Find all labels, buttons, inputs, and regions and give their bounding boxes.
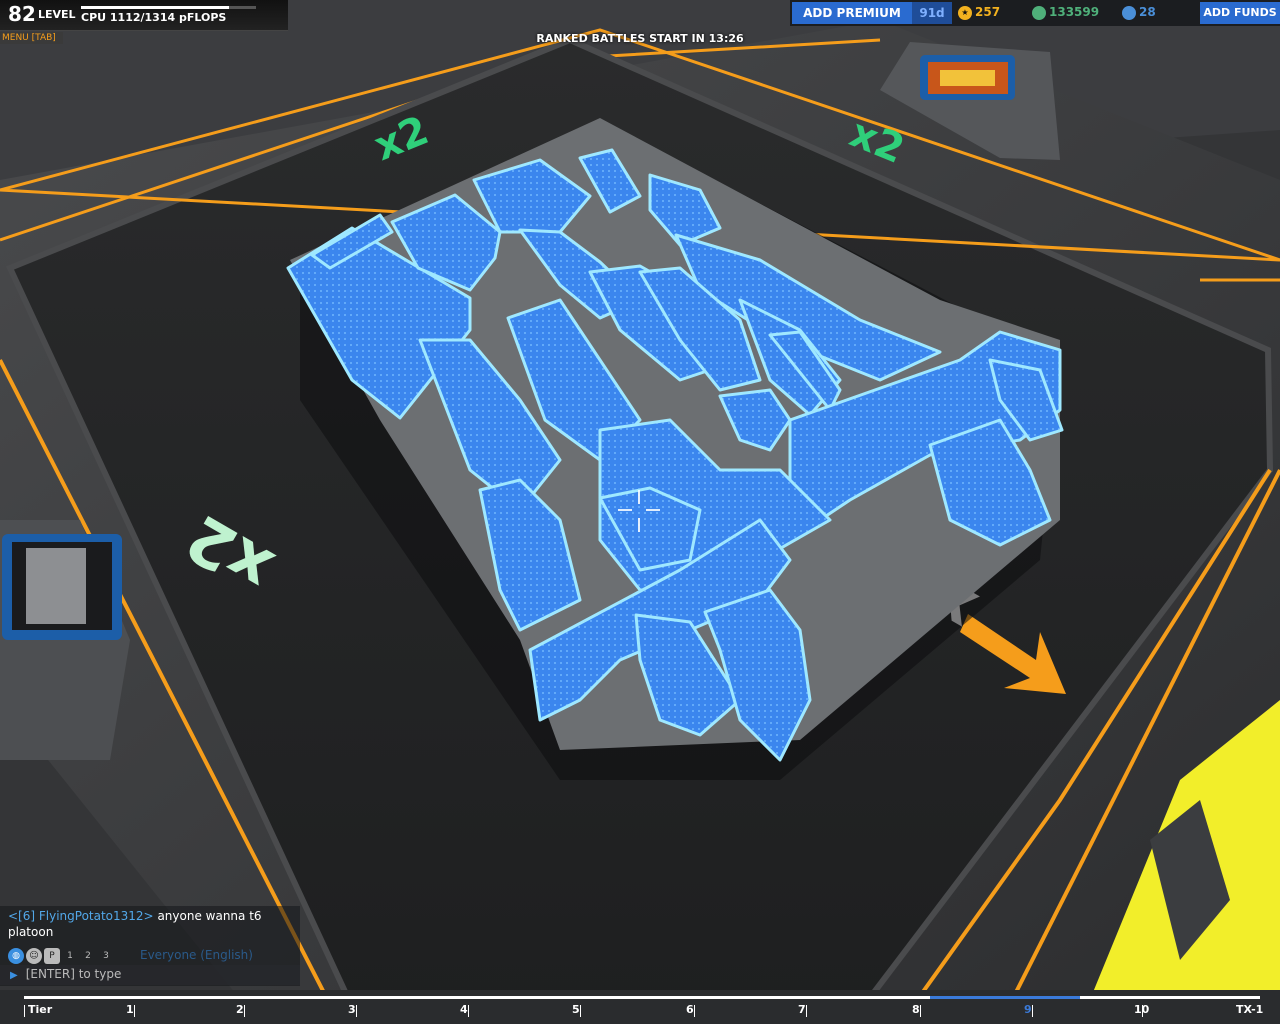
- tier-end-label: TX-1: [1236, 1003, 1264, 1016]
- chat-channel-label[interactable]: Everyone (English): [140, 948, 253, 962]
- tier-start-label: Tier: [28, 1003, 53, 1016]
- robits-balance: 133599: [1032, 5, 1099, 20]
- tier-tick: [134, 1005, 135, 1017]
- galaxy-coin-balance: 28: [1122, 5, 1156, 20]
- tier-label-2: 2: [236, 1003, 244, 1016]
- tier-tick: [1032, 1005, 1033, 1017]
- tier-tick: [356, 1005, 357, 1017]
- player-level-label: LEVEL: [38, 8, 76, 21]
- tier-label-1: 1: [126, 1003, 134, 1016]
- premium-days-remaining: 91d: [912, 2, 952, 24]
- current-tier-marker: [930, 996, 1080, 999]
- tier-tick: [468, 1005, 469, 1017]
- tier-label-8: 8: [912, 1003, 920, 1016]
- chat-input[interactable]: ▶ [ENTER] to type: [0, 965, 300, 985]
- robits-icon: [1032, 5, 1046, 20]
- player-level-value: 82: [8, 2, 36, 26]
- add-premium-button[interactable]: ADD PREMIUM: [792, 2, 912, 24]
- ranked-countdown: RANKED BATTLES START IN 13:26: [536, 32, 744, 45]
- star-icon: ★: [958, 5, 972, 20]
- cpu-usage-bar: [81, 6, 256, 9]
- chat-message: <[6] FlyingPotato1312> anyone wanna t6 p…: [8, 908, 268, 940]
- person-icon[interactable]: ☺: [26, 947, 42, 964]
- tier-label-7: 7: [798, 1003, 806, 1016]
- tier-tick: [244, 1005, 245, 1017]
- console-left: [0, 520, 130, 760]
- party-1-icon[interactable]: 1: [62, 948, 78, 964]
- globe-icon[interactable]: ◍: [8, 947, 24, 964]
- tier-tick: [920, 1005, 921, 1017]
- chat-sender[interactable]: <[6] FlyingPotato1312>: [8, 909, 154, 923]
- party-2-icon[interactable]: 2: [80, 948, 96, 964]
- tier-label-5: 5: [572, 1003, 580, 1016]
- star-balance: ★ 257: [958, 5, 1000, 20]
- tier-tick: [694, 1005, 695, 1017]
- tier-label-10: 10: [1134, 1003, 1150, 1016]
- cpu-usage-text: CPU 1112/1314 pFLOPS: [81, 11, 227, 24]
- p-icon[interactable]: P: [44, 947, 60, 964]
- chat-caret-icon: ▶: [10, 970, 18, 981]
- party-3-icon[interactable]: 3: [98, 948, 114, 964]
- tier-label-3: 3: [348, 1003, 356, 1016]
- player-info-panel: 82 LEVEL CPU 1112/1314 pFLOPS: [0, 0, 288, 31]
- chat-channel-icons: ◍ ☺ P 1 2 3: [8, 945, 116, 964]
- tier-label-9: 9: [1024, 1003, 1032, 1016]
- tier-label-6: 6: [686, 1003, 694, 1016]
- tier-tick: [24, 1005, 25, 1017]
- tier-tick: [580, 1005, 581, 1017]
- chat-input-placeholder: [ENTER] to type: [25, 967, 122, 981]
- add-funds-button[interactable]: ADD FUNDS: [1200, 2, 1280, 24]
- tier-tick: [806, 1005, 807, 1017]
- tier-label-4: 4: [460, 1003, 468, 1016]
- garage-scene: x2 x2 x2 x2: [0, 0, 1280, 1024]
- galaxy-coin-icon: [1122, 5, 1136, 20]
